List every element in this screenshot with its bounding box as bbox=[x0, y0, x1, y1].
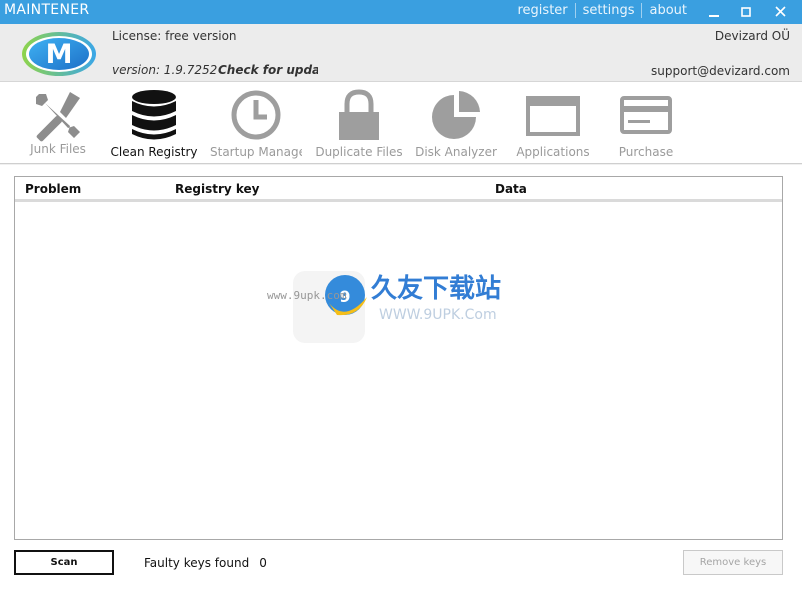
faulty-keys-count: 0 bbox=[259, 556, 267, 570]
watermark-url-left: www.9upk.com bbox=[267, 289, 347, 302]
tool-label: Clean Registry bbox=[110, 145, 198, 159]
column-data[interactable]: Data bbox=[495, 182, 527, 196]
title-bar: MAINTENER register settings about bbox=[0, 0, 802, 24]
tool-label: Junk Files bbox=[30, 142, 86, 156]
pie-chart-icon bbox=[432, 91, 480, 139]
header: M License: free version version: 1.9.725… bbox=[0, 24, 802, 82]
main-panel: Problem Registry key Data 9 www.9upk.com… bbox=[0, 165, 802, 591]
maximize-icon bbox=[741, 7, 751, 17]
tool-startup-manager[interactable]: Startup Manager bbox=[210, 88, 302, 162]
settings-link[interactable]: settings bbox=[574, 3, 642, 18]
maximize-button[interactable] bbox=[730, 0, 762, 24]
tool-clean-registry[interactable]: Clean Registry bbox=[108, 88, 200, 162]
tool-label: Applications bbox=[516, 145, 590, 159]
column-registry-key[interactable]: Registry key bbox=[175, 182, 260, 196]
window-icon bbox=[526, 96, 580, 136]
results-table[interactable]: Problem Registry key Data 9 www.9upk.com… bbox=[14, 176, 783, 540]
faulty-keys-status: Faulty keys found 0 bbox=[144, 556, 267, 570]
lock-icon bbox=[339, 89, 379, 140]
scan-button[interactable]: Scan bbox=[14, 550, 114, 575]
tool-label: Duplicate Files bbox=[315, 145, 403, 159]
tool-duplicate-files[interactable]: Duplicate Files bbox=[313, 88, 405, 162]
tool-applications[interactable]: Applications bbox=[507, 88, 599, 162]
minimize-icon bbox=[709, 15, 719, 17]
database-icon bbox=[132, 90, 176, 140]
table-header: Problem Registry key Data bbox=[15, 177, 782, 202]
faulty-keys-label: Faulty keys found bbox=[144, 556, 250, 570]
check-updates-link[interactable]: Check for updates bbox=[218, 63, 318, 77]
watermark-cn: 久友下载站 bbox=[371, 274, 501, 304]
tool-label: Disk Analyzer bbox=[415, 145, 497, 159]
app-title: MAINTENER bbox=[4, 2, 90, 18]
watermark-url-right: WWW.9UPK.Com bbox=[379, 307, 497, 323]
close-icon bbox=[774, 6, 786, 17]
close-button[interactable] bbox=[764, 0, 796, 24]
about-link[interactable]: about bbox=[641, 3, 694, 18]
clock-icon bbox=[231, 90, 281, 140]
credit-card-icon bbox=[620, 96, 672, 134]
remove-keys-button[interactable]: Remove keys bbox=[683, 550, 783, 575]
svg-text:M: M bbox=[46, 39, 73, 70]
toolbar: Junk Files Clean Registry Startup Manage… bbox=[0, 82, 802, 164]
tool-disk-analyzer[interactable]: Disk Analyzer bbox=[410, 88, 502, 162]
register-link[interactable]: register bbox=[511, 3, 575, 18]
license-text: License: free version bbox=[112, 29, 237, 43]
minimize-button[interactable] bbox=[698, 0, 730, 24]
tool-junk-files[interactable]: Junk Files bbox=[12, 88, 104, 162]
company-name: Devizard OÜ bbox=[714, 29, 790, 43]
tool-label: Startup Manager bbox=[210, 145, 302, 159]
tools-icon bbox=[36, 92, 80, 142]
support-email[interactable]: support@devizard.com bbox=[651, 64, 790, 78]
version-text: version: 1.9.7252 bbox=[112, 63, 218, 77]
tool-label: Purchase bbox=[618, 145, 674, 159]
top-links: register settings about bbox=[511, 3, 695, 18]
maintener-logo: M bbox=[22, 32, 96, 76]
tool-purchase[interactable]: Purchase bbox=[600, 88, 692, 162]
column-problem[interactable]: Problem bbox=[25, 182, 81, 196]
watermark-logo: 9 www.9upk.com 久友下载站 WWW.9UPK.Com bbox=[267, 271, 501, 343]
